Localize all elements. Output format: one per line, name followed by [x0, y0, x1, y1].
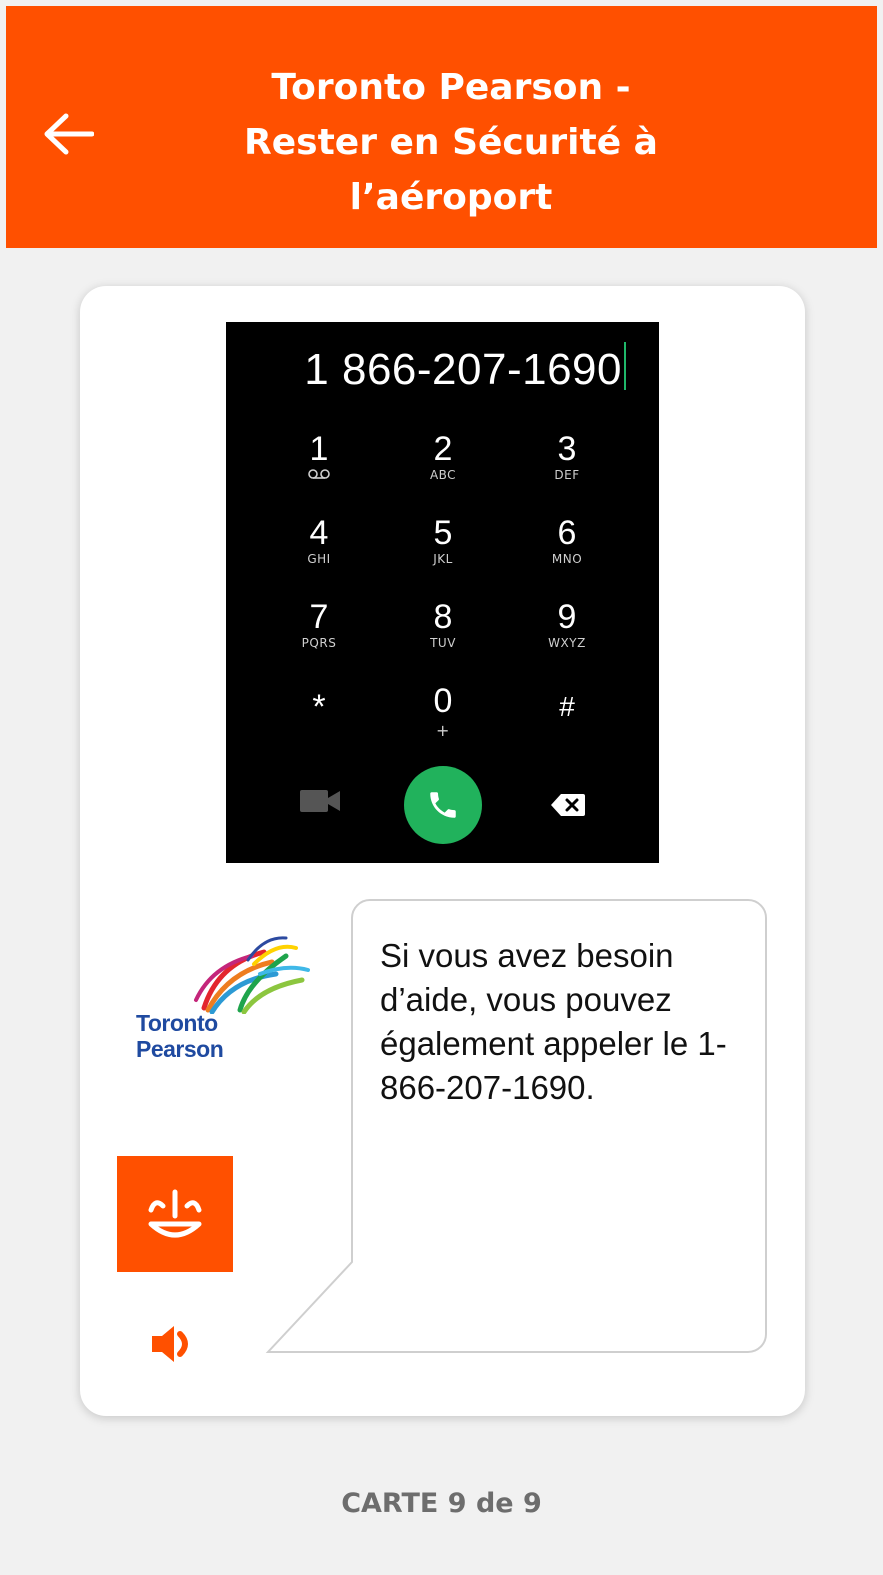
dial-key-letters: PQRS — [301, 636, 337, 650]
dial-key-digit: 2 — [433, 430, 453, 468]
page-title: Toronto Pearson - Rester en Sécurité à l… — [156, 60, 746, 225]
backspace-icon[interactable] — [551, 794, 585, 816]
dial-key-8[interactable]: 8 TUV — [388, 598, 498, 676]
dial-key-letters: + — [436, 721, 450, 740]
bubble-message: Si vous avez besoin d’aide, vous pouvez … — [380, 937, 727, 1106]
dial-key-5[interactable]: 5 JKL — [388, 514, 498, 592]
speaker-button[interactable] — [146, 1316, 202, 1372]
dial-key-digit: 0 — [433, 682, 453, 720]
logo-wordmark: Toronto Pearson — [136, 1010, 224, 1062]
dial-key-digit: * — [312, 688, 326, 726]
dial-key-0[interactable]: 0 + — [388, 682, 498, 760]
dial-key-digit: 9 — [557, 598, 577, 636]
dialed-number: 1 866-207-1690 — [226, 342, 626, 398]
phone-dialer-image: 1 866-207-1690 1 2 ABC 3 DEF 4 GHI 5 JKL… — [226, 322, 659, 863]
arrow-left-icon — [44, 113, 94, 155]
dial-key-letters: WXYZ — [548, 636, 586, 650]
dial-key-star[interactable]: * — [264, 688, 374, 766]
dial-key-9[interactable]: 9 WXYZ — [512, 598, 622, 676]
dial-key-6[interactable]: 6 MNO — [512, 514, 622, 592]
dial-key-letters: MNO — [551, 552, 583, 566]
content-card: 1 866-207-1690 1 2 ABC 3 DEF 4 GHI 5 JKL… — [80, 286, 805, 1416]
dial-key-letters: JKL — [433, 552, 453, 566]
dialed-number-text: 1 866-207-1690 — [304, 345, 622, 394]
call-button[interactable] — [404, 766, 482, 844]
dial-key-digit: 4 — [309, 514, 329, 552]
dial-key-letters: ABC — [429, 468, 457, 482]
video-call-icon[interactable] — [300, 788, 340, 814]
page-title-line-2: Rester en Sécurité à — [244, 122, 658, 163]
card-counter: CARTE 9 de 9 — [341, 1488, 542, 1519]
dial-key-digit: 3 — [557, 430, 577, 468]
page-title-line-3: l’aéroport — [349, 177, 553, 218]
dial-key-letters: DEF — [554, 468, 580, 482]
dial-key-digit: 1 — [309, 430, 329, 468]
dial-key-digit: 5 — [433, 514, 453, 552]
phone-icon — [430, 792, 456, 818]
dial-key-digit: 6 — [557, 514, 577, 552]
dial-key-1[interactable]: 1 — [264, 430, 374, 508]
dial-key-digit: 7 — [309, 598, 329, 636]
dial-key-2[interactable]: 2 ABC — [388, 430, 498, 508]
dial-key-hash[interactable]: # — [512, 688, 622, 766]
dial-key-digit: 8 — [433, 598, 453, 636]
dial-key-digit: # — [559, 691, 575, 722]
dial-key-letters: GHI — [307, 552, 331, 566]
app-mascot-icon — [117, 1156, 233, 1272]
dial-key-letters: TUV — [430, 636, 456, 650]
app-header: Toronto Pearson - Rester en Sécurité à l… — [6, 6, 877, 248]
text-cursor — [624, 342, 626, 390]
voicemail-icon — [264, 468, 374, 483]
logo-text-line-2: Pearson — [136, 1036, 224, 1062]
dial-key-3[interactable]: 3 DEF — [512, 430, 622, 508]
logo-text-line-1: Toronto — [136, 1010, 218, 1036]
page-title-line-1: Toronto Pearson - — [271, 67, 631, 108]
dial-key-4[interactable]: 4 GHI — [264, 514, 374, 592]
back-button[interactable] — [36, 102, 100, 166]
dial-key-7[interactable]: 7 PQRS — [264, 598, 374, 676]
speaker-icon — [152, 1326, 188, 1362]
